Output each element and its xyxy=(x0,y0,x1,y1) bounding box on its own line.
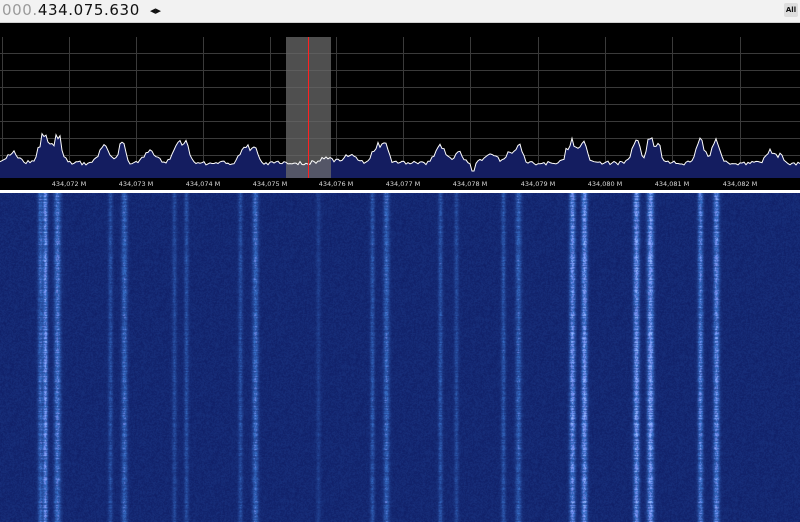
frequency-display[interactable]: 000.434.075.630 xyxy=(2,0,140,22)
tick-label: 434,076 M xyxy=(318,180,354,188)
tick-label: 434,073 M xyxy=(118,180,154,188)
frequency-bar: 000.434.075.630 ◂▸ All xyxy=(0,0,800,23)
tick-label: 434,080 M xyxy=(587,180,623,188)
tune-arrows-icon[interactable]: ◂▸ xyxy=(150,2,161,20)
tick-label: 434,075 M xyxy=(252,180,288,188)
tick-label: 434,078 M xyxy=(452,180,488,188)
tick-label: 434,082 M xyxy=(722,180,758,188)
frequency-value: 434.075.630 xyxy=(37,1,140,19)
tick-label: 434,081 M xyxy=(654,180,690,188)
waterfall-display[interactable] xyxy=(0,193,800,522)
frequency-axis: 434,072 M 434,073 M 434,074 M 434,075 M … xyxy=(0,178,800,190)
corner-menu-button[interactable]: All xyxy=(784,3,798,17)
spectrum-header-gap xyxy=(0,23,800,37)
tick-label: 434,077 M xyxy=(385,180,421,188)
tick-label: 434,079 M xyxy=(520,180,556,188)
frequency-leading-digits: 000. xyxy=(2,1,38,19)
spectrum-plot[interactable] xyxy=(0,37,800,178)
tick-label: 434,072 M xyxy=(51,180,87,188)
tick-label: 434,074 M xyxy=(185,180,221,188)
